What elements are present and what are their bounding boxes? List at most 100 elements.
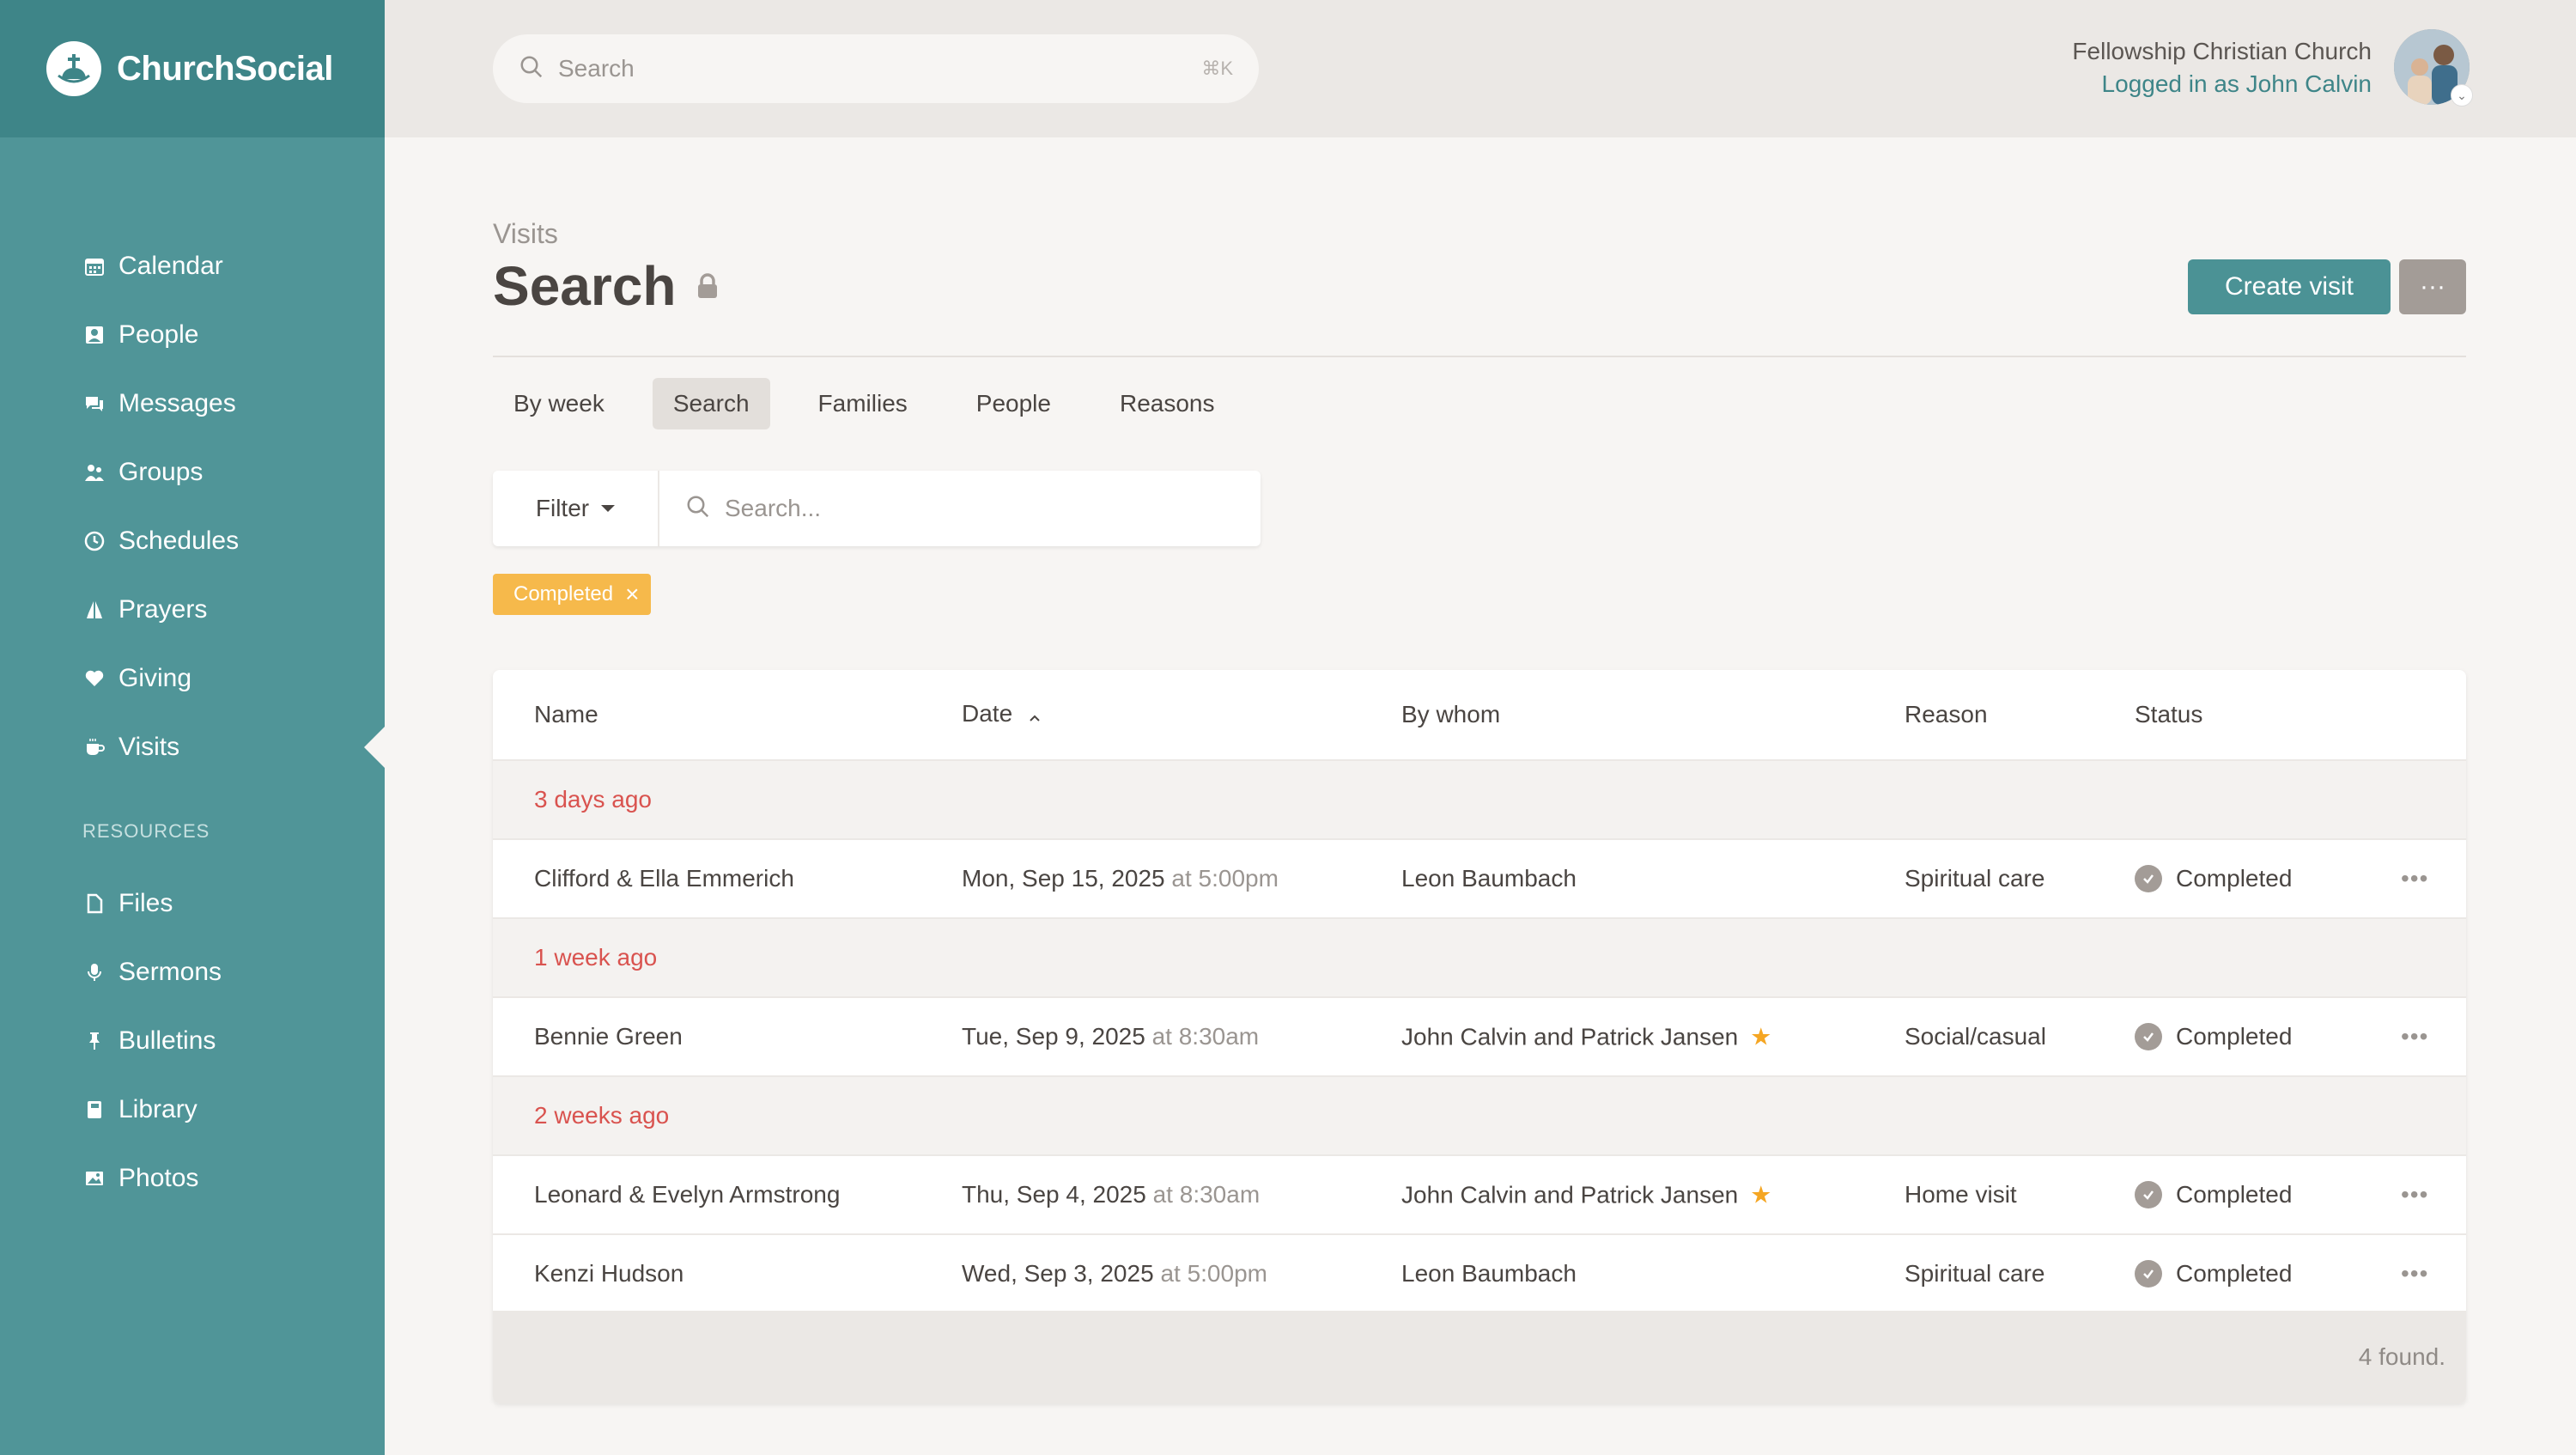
visit-tabs: By week Search Families People Reasons (493, 378, 1262, 429)
more-actions-button[interactable]: ··· (2399, 259, 2466, 314)
sidebar-item-label: Files (118, 889, 173, 917)
sidebar-item-label: Visits (118, 733, 180, 761)
results-table: Name Date By whom Reason Status 3 days a… (493, 670, 2466, 1403)
visit-by: John Calvin and Patrick Jansen ★ (1401, 1023, 1771, 1051)
column-header-by-whom[interactable]: By whom (1401, 701, 1500, 728)
status-label: Completed (2176, 1260, 2293, 1287)
tab-reasons[interactable]: Reasons (1099, 378, 1236, 429)
global-search[interactable]: Search ⌘K (493, 34, 1259, 103)
visit-name[interactable]: Kenzi Hudson (534, 1260, 683, 1288)
table-row[interactable]: Leonard & Evelyn Armstrong Thu, Sep 4, 2… (493, 1156, 2466, 1235)
sidebar-item-library[interactable]: Library (0, 1075, 385, 1144)
visit-name[interactable]: Bennie Green (534, 1023, 683, 1050)
sidebar-item-label: Groups (118, 458, 204, 486)
row-actions-icon[interactable]: ••• (2401, 1260, 2428, 1288)
sidebar-item-groups[interactable]: Groups (0, 438, 385, 507)
group-header: 3 days ago (493, 761, 2466, 840)
row-actions-icon[interactable]: ••• (2401, 865, 2428, 892)
visit-by-names: John Calvin and Patrick Jansen (1401, 1023, 1739, 1050)
tab-families[interactable]: Families (798, 378, 928, 429)
messages-icon (82, 392, 106, 416)
caret-down-icon (601, 505, 616, 512)
header-divider (493, 356, 2466, 357)
group-label: 3 days ago (534, 786, 652, 813)
search-shortcut: ⌘K (1201, 58, 1233, 79)
tab-search[interactable]: Search (652, 378, 770, 429)
sidebar-item-messages[interactable]: Messages (0, 369, 385, 438)
sidebar-item-label: Schedules (118, 527, 240, 555)
row-actions-icon[interactable]: ••• (2401, 1181, 2428, 1208)
column-header-reason[interactable]: Reason (1905, 701, 1988, 728)
church-logo-icon (46, 41, 101, 96)
sidebar-item-prayers[interactable]: Prayers (0, 575, 385, 644)
sidebar-item-label: Giving (118, 664, 192, 692)
sidebar-item-giving[interactable]: Giving (0, 644, 385, 713)
lock-icon (696, 273, 719, 299)
resources-heading: RESOURCES (82, 820, 210, 842)
visit-reason: Spiritual care (1905, 865, 2045, 892)
visit-reason: Home visit (1905, 1181, 2017, 1208)
table-row[interactable]: Kenzi Hudson Wed, Sep 3, 2025 at 5:00pm … (493, 1235, 2466, 1314)
check-circle-icon (2135, 865, 2162, 892)
breadcrumb[interactable]: Visits (493, 218, 558, 250)
sidebar-item-sermons[interactable]: Sermons (0, 938, 385, 1007)
chevron-down-icon[interactable]: ⌄ (2451, 84, 2473, 107)
tab-by-week[interactable]: By week (493, 378, 625, 429)
calendar-icon (82, 254, 106, 278)
column-header-date[interactable]: Date (962, 700, 1042, 729)
group-label: 1 week ago (534, 944, 658, 971)
file-icon (82, 892, 106, 916)
filter-dropdown[interactable]: Filter (493, 471, 659, 546)
visit-name[interactable]: Clifford & Ella Emmerich (534, 865, 794, 892)
check-circle-icon (2135, 1260, 2162, 1288)
account-info[interactable]: Fellowship Christian Church Logged in as… (2072, 38, 2372, 98)
visit-date-day: Thu, Sep 4, 2025 (962, 1181, 1146, 1208)
row-actions-icon[interactable]: ••• (2401, 1023, 2428, 1050)
brand[interactable]: ChurchSocial (0, 0, 385, 137)
visit-date: Thu, Sep 4, 2025 at 8:30am (962, 1181, 1260, 1208)
search-input[interactable] (725, 495, 1206, 522)
sidebar-item-label: Calendar (118, 252, 223, 280)
visit-date-time: 8:30am (1178, 1023, 1260, 1050)
logged-in-user: Logged in as John Calvin (2101, 70, 2372, 97)
filter-search (659, 471, 1261, 546)
table-row[interactable]: Bennie Green Tue, Sep 9, 2025 at 8:30am … (493, 998, 2466, 1077)
visit-date-time: 5:00pm (1187, 1260, 1267, 1287)
close-icon[interactable]: × (625, 581, 639, 608)
visit-by: John Calvin and Patrick Jansen ★ (1401, 1181, 1771, 1209)
sidebar-item-label: Prayers (118, 595, 208, 624)
results-count: 4 found. (493, 1311, 2466, 1403)
sidebar-item-photos[interactable]: Photos (0, 1144, 385, 1213)
visit-date-day: Tue, Sep 9, 2025 (962, 1023, 1145, 1050)
groups-icon (82, 460, 106, 484)
sidebar-item-calendar[interactable]: Calendar (0, 232, 385, 301)
visit-by: Leon Baumbach (1401, 1260, 1577, 1287)
microphone-icon (82, 960, 106, 984)
tab-people[interactable]: People (956, 378, 1072, 429)
sidebar-item-files[interactable]: Files (0, 869, 385, 938)
column-header-name[interactable]: Name (534, 701, 598, 728)
book-icon (82, 1098, 106, 1122)
heart-icon (82, 667, 106, 691)
create-visit-button[interactable]: Create visit (2188, 259, 2391, 314)
status-label: Completed (2176, 1181, 2293, 1208)
status-label: Completed (2176, 1023, 2293, 1050)
main-nav: Calendar People Messages Groups Schedule… (0, 232, 385, 782)
visit-date-day: Wed, Sep 3, 2025 (962, 1260, 1154, 1287)
visit-status: Completed (2135, 1260, 2292, 1288)
visit-by: Leon Baumbach (1401, 865, 1577, 892)
table-row[interactable]: Clifford & Ella Emmerich Mon, Sep 15, 20… (493, 840, 2466, 919)
sidebar-item-label: Library (118, 1095, 197, 1123)
chip-label: Completed (513, 582, 614, 606)
sidebar-item-people[interactable]: People (0, 301, 385, 369)
sidebar-item-bulletins[interactable]: Bulletins (0, 1007, 385, 1075)
visit-date-day: Mon, Sep 15, 2025 (962, 865, 1165, 892)
sidebar-item-schedules[interactable]: Schedules (0, 507, 385, 575)
star-icon: ★ (1750, 1023, 1772, 1050)
column-header-status[interactable]: Status (2135, 701, 2202, 728)
global-search-placeholder: Search (558, 55, 635, 82)
visit-date-at: at (1151, 1023, 1172, 1050)
sidebar-item-visits[interactable]: Visits (0, 713, 385, 782)
visit-name[interactable]: Leonard & Evelyn Armstrong (534, 1181, 840, 1208)
coffee-cup-icon (82, 735, 106, 759)
